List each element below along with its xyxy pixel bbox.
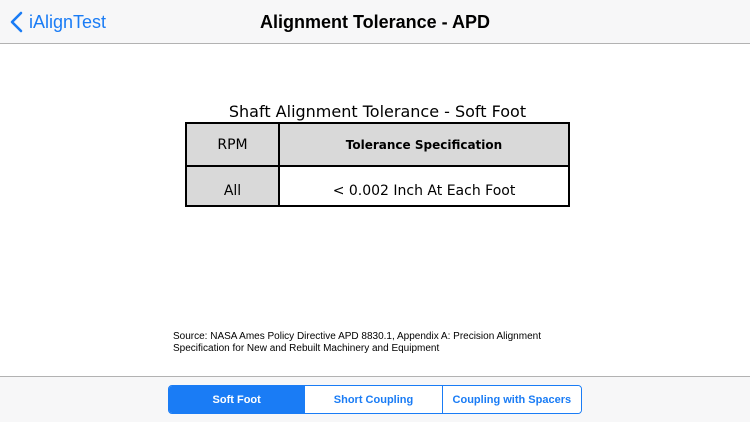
table-row: All < 0.002 Inch At Each Foot <box>185 165 570 207</box>
table-cell: All <box>185 165 280 207</box>
navigation-bar: iAlignTest Alignment Tolerance - APD <box>0 0 750 44</box>
table-cell: < 0.002 Inch At Each Foot <box>278 165 570 207</box>
page-title: Alignment Tolerance - APD <box>259 11 491 32</box>
table-header-cell: RPM <box>185 122 280 167</box>
segment-coupling-with-spacers[interactable]: Coupling with Spacers <box>441 386 581 413</box>
source-line: Specification for New and Rebuilt Machin… <box>173 343 440 354</box>
table-title: Shaft Alignment Tolerance - Soft Foot <box>228 102 527 121</box>
source-note: Source: NASA Ames Policy Directive APD 8… <box>173 331 593 355</box>
source-line: Source: NASA Ames Policy Directive APD 8… <box>173 331 541 342</box>
table-header-cell: Tolerance Specification <box>278 122 570 167</box>
bottom-toolbar: Soft Foot Short Coupling Coupling with S… <box>0 376 750 422</box>
main-content: Shaft Alignment Tolerance - Soft Foot RP… <box>0 45 750 376</box>
table-header-row: RPM Tolerance Specification <box>185 122 570 167</box>
segmented-control: Soft Foot Short Coupling Coupling with S… <box>168 385 582 414</box>
tolerance-table: RPM Tolerance Specification All < 0.002 … <box>185 122 570 207</box>
segment-soft-foot[interactable]: Soft Foot <box>169 386 305 413</box>
segment-short-coupling[interactable]: Short Coupling <box>304 386 442 413</box>
